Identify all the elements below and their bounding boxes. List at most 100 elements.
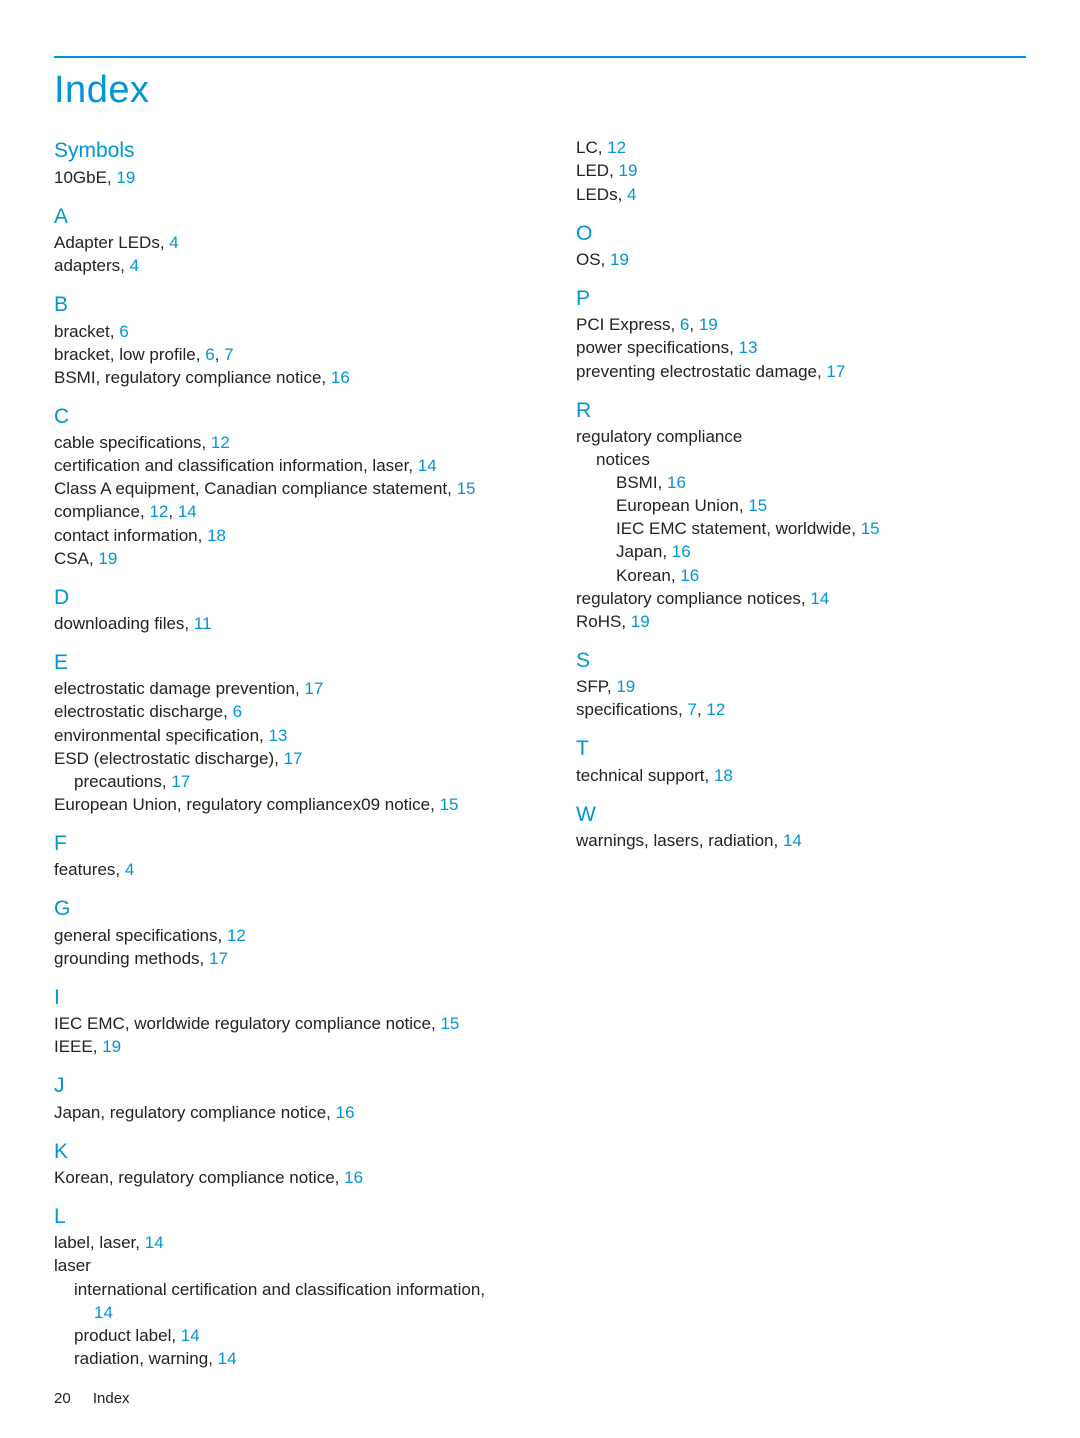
index-section-head: P <box>576 285 1026 312</box>
index-page-link[interactable]: 12 <box>706 700 725 719</box>
index-entry-text: LED, <box>576 161 619 180</box>
index-page-link[interactable]: 14 <box>218 1349 237 1368</box>
index-entry-text: Japan, <box>616 542 672 561</box>
index-page-link[interactable]: 18 <box>207 526 226 545</box>
index-entry: bracket, low profile, 6, 7 <box>54 344 550 366</box>
index-section-head: C <box>54 403 550 430</box>
index-page-link[interactable]: 16 <box>672 542 691 561</box>
index-page-link[interactable]: 12 <box>607 138 626 157</box>
index-section-head: K <box>54 1138 550 1165</box>
index-page-link[interactable]: 19 <box>616 677 635 696</box>
index-page-link[interactable]: 6 <box>233 702 242 721</box>
index-entry: European Union, 15 <box>576 495 1026 517</box>
index-page-link[interactable]: 11 <box>194 614 212 633</box>
index-page-link[interactable]: 19 <box>619 161 638 180</box>
index-page-link[interactable]: 15 <box>861 519 880 538</box>
index-section-head: E <box>54 649 550 676</box>
index-page-link[interactable]: 7 <box>224 345 233 364</box>
index-page-link[interactable]: 16 <box>336 1103 355 1122</box>
index-page-separator: , <box>168 502 177 521</box>
index-entry: bracket, 6 <box>54 321 550 343</box>
index-page-link[interactable]: 15 <box>748 496 767 515</box>
index-entry: LED, 19 <box>576 160 1026 182</box>
index-page-link[interactable]: 14 <box>181 1326 200 1345</box>
index-entry-text: downloading files, <box>54 614 194 633</box>
index-page-link[interactable]: 6 <box>680 315 689 334</box>
index-page-link[interactable]: 13 <box>739 338 758 357</box>
index-section-head: T <box>576 735 1026 762</box>
index-page-link[interactable]: 14 <box>94 1303 113 1322</box>
index-page-link[interactable]: 4 <box>125 860 134 879</box>
index-entry-text: international certification and classifi… <box>74 1280 485 1299</box>
index-entry: precautions, 17 <box>54 771 550 793</box>
index-entry: LC, 12 <box>576 137 1026 159</box>
index-entry-text: bracket, <box>54 322 119 341</box>
index-page-link[interactable]: 13 <box>269 726 288 745</box>
index-entry-text: power specifications, <box>576 338 739 357</box>
index-section-head: Symbols <box>54 137 550 164</box>
index-entry-text: IEEE, <box>54 1037 102 1056</box>
index-section-head: B <box>54 291 550 318</box>
index-page-link[interactable]: 19 <box>98 549 117 568</box>
index-entry: laser <box>54 1255 550 1277</box>
index-page-link[interactable]: 17 <box>284 749 303 768</box>
index-entry: warnings, lasers, radiation, 14 <box>576 830 1026 852</box>
index-page-link[interactable]: 16 <box>667 473 686 492</box>
index-entry-text: product label, <box>74 1326 181 1345</box>
index-entry-text: European Union, regulatory compliancex09… <box>54 795 440 814</box>
index-page-link[interactable]: 12 <box>149 502 168 521</box>
index-entry: electrostatic discharge, 6 <box>54 701 550 723</box>
index-page-link[interactable]: 16 <box>331 368 350 387</box>
index-page-link[interactable]: 19 <box>631 612 650 631</box>
index-page-link[interactable]: 4 <box>627 185 636 204</box>
index-entry: OS, 19 <box>576 249 1026 271</box>
index-page-link[interactable]: 14 <box>810 589 829 608</box>
index-page-link[interactable]: 17 <box>171 772 190 791</box>
index-page-link[interactable]: 17 <box>209 949 228 968</box>
index-page-link[interactable]: 19 <box>102 1037 121 1056</box>
index-entry: PCI Express, 6, 19 <box>576 314 1026 336</box>
index-page-link[interactable]: 18 <box>714 766 733 785</box>
index-entry-text: radiation, warning, <box>74 1349 218 1368</box>
index-page-link[interactable]: 19 <box>610 250 629 269</box>
page-title: Index <box>54 66 1026 115</box>
index-page-link[interactable]: 14 <box>783 831 802 850</box>
index-entry-text: warnings, lasers, radiation, <box>576 831 783 850</box>
index-page-link[interactable]: 16 <box>344 1168 363 1187</box>
index-entry-text: regulatory compliance notices, <box>576 589 810 608</box>
index-entry-text: SFP, <box>576 677 616 696</box>
index-section-head: A <box>54 203 550 230</box>
index-entry-text: notices <box>596 450 650 469</box>
index-entry-text: regulatory compliance <box>576 427 742 446</box>
index-entry: technical support, 18 <box>576 765 1026 787</box>
index-page-link[interactable]: 15 <box>440 1014 459 1033</box>
index-entry: adapters, 4 <box>54 255 550 277</box>
index-page-link[interactable]: 15 <box>457 479 476 498</box>
index-section-head: F <box>54 830 550 857</box>
index-page-link[interactable]: 7 <box>688 700 697 719</box>
index-entry-text: ESD (electrostatic discharge), <box>54 749 284 768</box>
index-entry-text: LEDs, <box>576 185 627 204</box>
index-page-link[interactable]: 12 <box>211 433 230 452</box>
index-page-link[interactable]: 4 <box>169 233 178 252</box>
index-entry-text: grounding methods, <box>54 949 209 968</box>
index-entry: preventing electrostatic damage, 17 <box>576 361 1026 383</box>
index-page-link[interactable]: 6 <box>119 322 128 341</box>
index-page-link[interactable]: 14 <box>418 456 437 475</box>
index-page-link[interactable]: 19 <box>699 315 718 334</box>
index-page-link[interactable]: 19 <box>116 168 135 187</box>
index-entry-text: general specifications, <box>54 926 227 945</box>
index-page-link[interactable]: 17 <box>826 362 845 381</box>
index-entry-text: RoHS, <box>576 612 631 631</box>
index-page-link[interactable]: 15 <box>440 795 459 814</box>
index-page-link[interactable]: 12 <box>227 926 246 945</box>
index-entry: downloading files, 11 <box>54 613 550 635</box>
index-entry-text: certification and classification informa… <box>54 456 418 475</box>
index-page-link[interactable]: 4 <box>130 256 139 275</box>
index-page-link[interactable]: 14 <box>145 1233 164 1252</box>
index-page-link[interactable]: 16 <box>680 566 699 585</box>
index-page-link[interactable]: 14 <box>178 502 197 521</box>
index-page-link[interactable]: 6 <box>205 345 214 364</box>
index-entry-text: PCI Express, <box>576 315 680 334</box>
index-page-link[interactable]: 17 <box>304 679 323 698</box>
